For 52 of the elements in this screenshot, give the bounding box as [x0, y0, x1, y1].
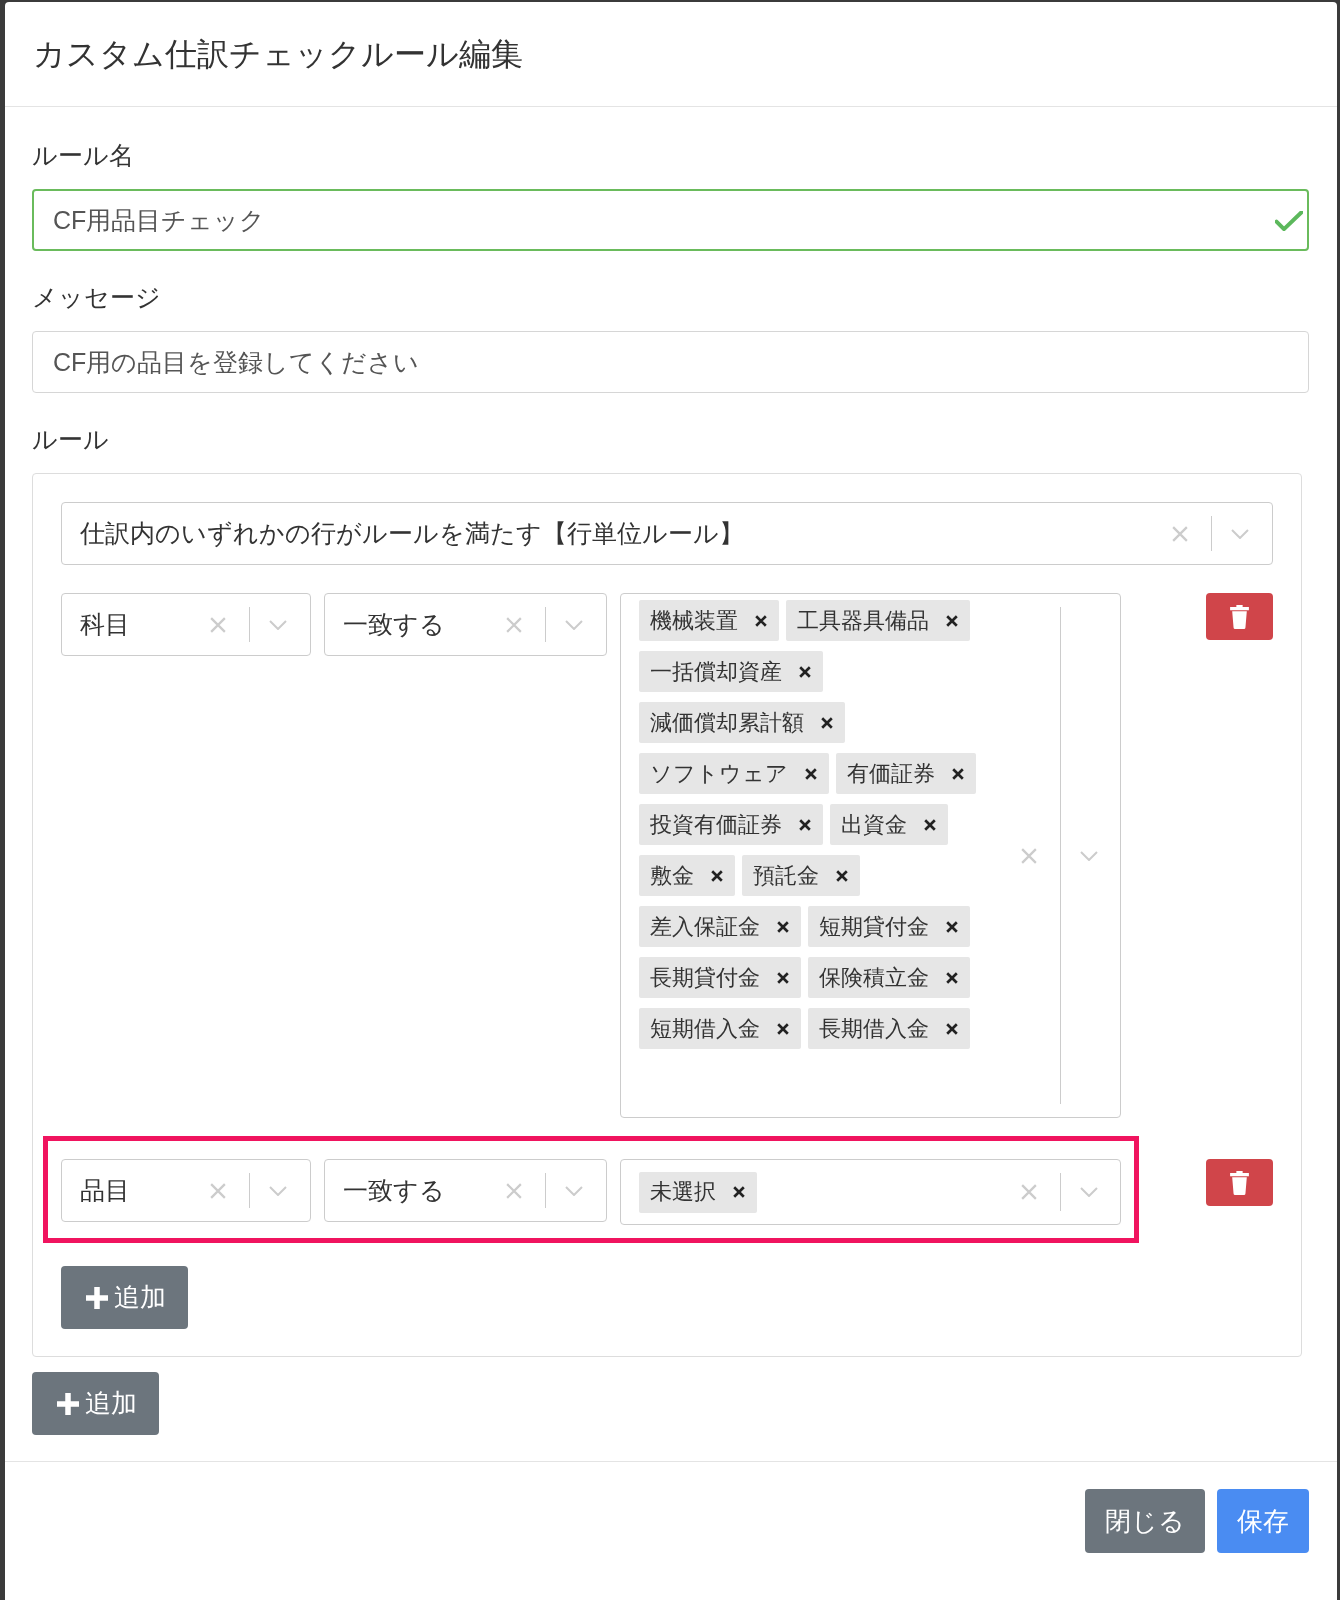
text-field[interactable]: CF用品目チェック — [32, 189, 1309, 251]
remove-icon[interactable] — [821, 716, 833, 729]
chip-label: 保険積立金 — [819, 963, 929, 992]
remove-icon[interactable] — [952, 767, 964, 780]
check-icon — [1275, 211, 1303, 231]
remove-icon[interactable] — [799, 818, 811, 831]
field-label: ルール名 — [32, 140, 134, 171]
remove-icon[interactable] — [777, 1022, 789, 1035]
section-label: ルール — [32, 424, 109, 455]
remove-icon[interactable] — [946, 971, 958, 984]
chip-label: 短期借入金 — [650, 1014, 760, 1043]
add-button[interactable]: 追加 — [61, 1266, 188, 1329]
remove-icon[interactable] — [946, 614, 958, 627]
remove-icon[interactable] — [946, 920, 958, 933]
text-field[interactable]: CF用の品目を登録してください — [32, 331, 1309, 393]
remove-icon[interactable] — [755, 614, 767, 627]
multi-select-field[interactable]: 機械装置 工具器具備品 一括償却資産 減価償却累計額 ソフトウェア 有価証券 投資有価証券 出資金 敷金 預託金 差入保証金 短期貸付金 長期貸付金 保険積立金 短期借入金 長期借入金 — [620, 593, 1121, 1118]
remove-icon[interactable] — [711, 869, 723, 882]
chip-label: 減価償却累計額 — [650, 708, 804, 737]
remove-icon[interactable] — [805, 767, 817, 780]
field-label: メッセージ — [32, 282, 161, 313]
plus-icon — [56, 1392, 79, 1415]
remove-icon[interactable] — [777, 920, 789, 933]
chip-label: ソフトウェア — [650, 759, 788, 788]
remove-icon[interactable] — [946, 1022, 958, 1035]
remove-icon[interactable] — [836, 869, 848, 882]
dialog-title: カスタム仕訳チェックルール編集 — [33, 35, 523, 74]
chip-label: 敷金 — [650, 861, 694, 890]
chip-label: 短期貸付金 — [819, 912, 929, 941]
chip-label: 投資有価証券 — [650, 810, 782, 839]
chip-label: 機械装置 — [650, 606, 738, 635]
chip-label: 未選択 — [650, 1178, 716, 1206]
chip-label: 一括償却資産 — [650, 657, 782, 686]
remove-icon[interactable] — [799, 665, 811, 678]
chip-label: 預託金 — [753, 861, 819, 890]
close-button[interactable]: 閉じる — [1085, 1489, 1205, 1553]
chip-label: 工具器具備品 — [797, 606, 929, 635]
delete-button[interactable] — [1206, 593, 1273, 640]
multi-select-field[interactable]: 未選択 — [620, 1159, 1121, 1225]
delete-button[interactable] — [1206, 1159, 1273, 1206]
remove-icon[interactable] — [777, 971, 789, 984]
trash-icon — [1230, 1170, 1249, 1195]
remove-icon[interactable] — [924, 818, 936, 831]
chip-label: 差入保証金 — [650, 912, 760, 941]
chip-label: 長期借入金 — [819, 1014, 929, 1043]
chip-label: 出資金 — [841, 810, 907, 839]
plus-icon — [85, 1286, 108, 1309]
trash-icon — [1230, 604, 1249, 629]
add-button[interactable]: 追加 — [32, 1372, 159, 1435]
chip-label: 長期貸付金 — [650, 963, 760, 992]
chip-label: 有価証券 — [847, 759, 935, 788]
remove-icon[interactable] — [733, 1186, 745, 1198]
